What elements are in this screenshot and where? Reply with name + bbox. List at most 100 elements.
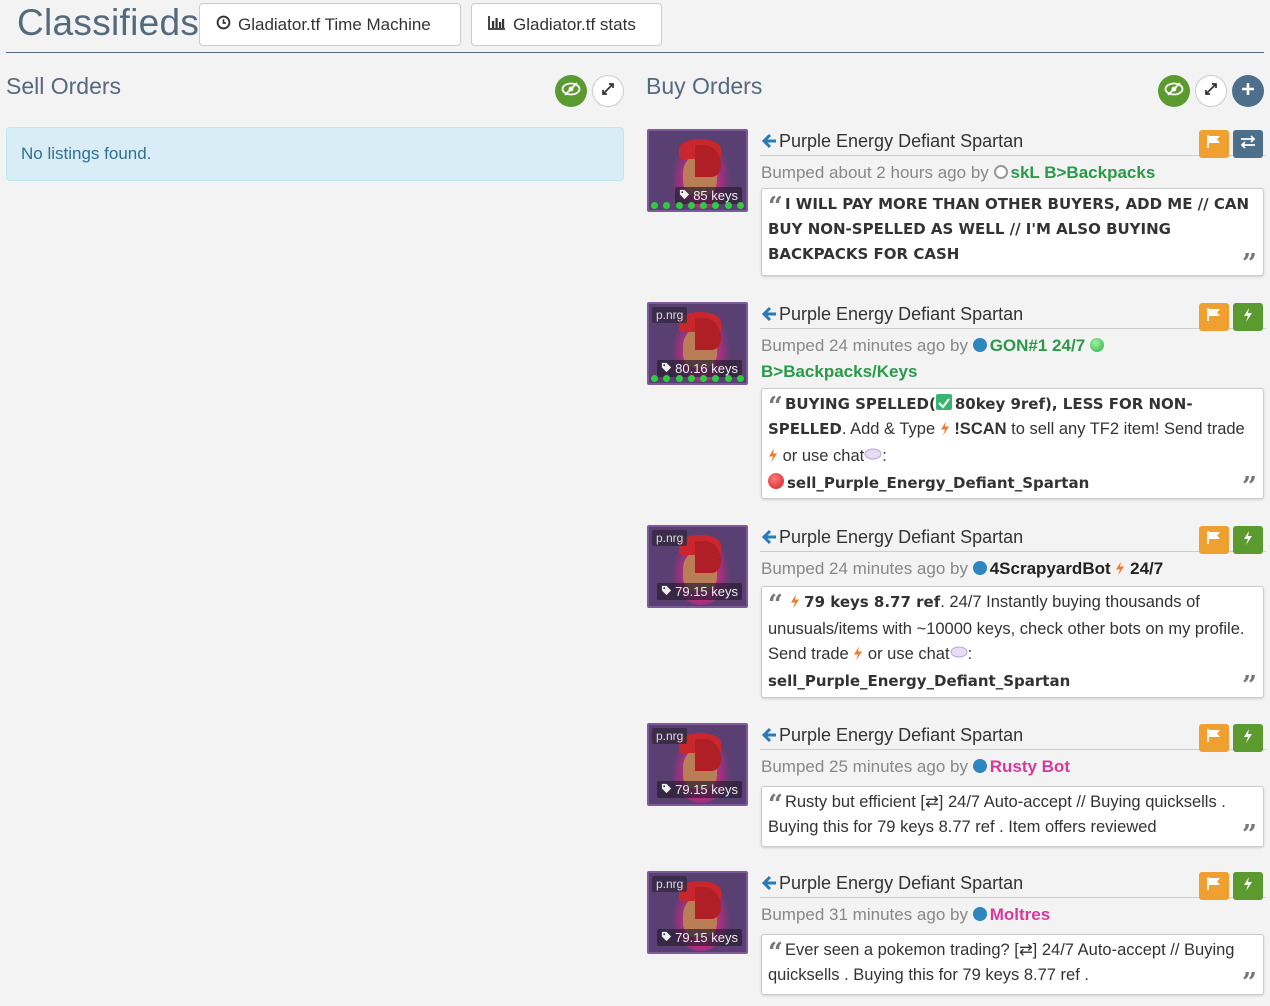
- speech-bubble-icon: [950, 645, 968, 663]
- bar-chart-icon: [488, 15, 506, 35]
- lightning-icon: [768, 446, 778, 471]
- effect-tag: p.nrg: [652, 876, 688, 892]
- listing-meta: Bumped about 2 hours ago by skL B>Backpa…: [761, 163, 1156, 182]
- speech-bubble-icon: [864, 447, 882, 465]
- lightning-icon: [853, 644, 863, 669]
- status-online-icon: [972, 907, 987, 921]
- flag-icon: [1207, 135, 1221, 153]
- trade-offer-button[interactable]: [1233, 130, 1263, 158]
- toggle-visibility-button-sell[interactable]: [555, 75, 587, 107]
- arrow-left-icon: [761, 875, 777, 896]
- item-name[interactable]: Purple Energy Defiant Spartan: [779, 304, 1023, 325]
- buy-orders-title: Buy Orders: [646, 73, 763, 99]
- item-thumbnail[interactable]: p.nrg 80.16 keys: [647, 302, 748, 385]
- tag-icon: [679, 188, 690, 203]
- no-listings-text: No listings found.: [21, 144, 152, 163]
- status-online-icon: [972, 561, 987, 575]
- user-link[interactable]: Moltres: [990, 905, 1050, 924]
- instant-trade-button[interactable]: [1233, 724, 1263, 752]
- plus-icon: [1241, 82, 1255, 101]
- clock-icon: [216, 15, 231, 35]
- user-link[interactable]: 4ScrapyardBot: [990, 559, 1111, 578]
- user-link[interactable]: skL B>Backpacks: [1011, 163, 1156, 182]
- lightning-icon: [1243, 307, 1253, 327]
- user-suffix: 24/7: [1130, 559, 1164, 578]
- listing-message: “Rusty but efficient [⇄] 24/7 Auto-accep…: [761, 786, 1264, 850]
- quote-open-icon: “: [768, 590, 783, 620]
- red-circle-icon: [768, 473, 784, 489]
- instant-trade-button[interactable]: [1233, 526, 1263, 554]
- quote-close-icon: ”: [1242, 671, 1257, 701]
- listing-title-row: Purple Energy Defiant Spartan: [760, 872, 1266, 900]
- listing-title-row: Purple Energy Defiant Spartan: [760, 724, 1266, 752]
- user-link-continued[interactable]: B>Backpacks/Keys: [761, 362, 917, 381]
- report-button[interactable]: [1199, 303, 1229, 331]
- report-button[interactable]: [1199, 872, 1229, 900]
- effect-tag: p.nrg: [652, 530, 688, 546]
- flag-icon: [1207, 729, 1221, 747]
- user-link[interactable]: GON#1 24/7: [990, 336, 1085, 355]
- status-offline-icon: [993, 165, 1008, 179]
- item-thumbnail[interactable]: p.nrg 79.15 keys: [647, 525, 748, 608]
- listing-meta: Bumped 31 minutes ago by Moltres: [761, 905, 1051, 924]
- listing-title-row: Purple Energy Defiant Spartan: [760, 526, 1266, 554]
- quote-open-icon: “: [768, 938, 783, 968]
- report-button[interactable]: [1199, 724, 1229, 752]
- lightning-icon: [1243, 876, 1253, 896]
- no-listings-alert: No listings found.: [6, 127, 624, 181]
- item-name[interactable]: Purple Energy Defiant Spartan: [779, 131, 1023, 152]
- lightning-icon: [790, 592, 800, 617]
- tag-icon: [661, 361, 672, 376]
- exchange-icon: [1240, 134, 1256, 154]
- globe-icon: [1089, 338, 1104, 352]
- time-machine-button[interactable]: Gladiator.tf Time Machine: [199, 3, 461, 46]
- item-name[interactable]: Purple Energy Defiant Spartan: [779, 725, 1023, 746]
- report-button[interactable]: [1199, 130, 1229, 158]
- add-listing-button[interactable]: [1232, 75, 1264, 107]
- quote-close-icon: ”: [1242, 249, 1257, 279]
- expand-icon: [601, 82, 615, 101]
- listing-message: “I WILL PAY MORE THAN OTHER BUYERS, ADD …: [761, 188, 1264, 279]
- flag-icon: [1207, 877, 1221, 895]
- instant-trade-button[interactable]: [1233, 303, 1263, 331]
- report-button[interactable]: [1199, 526, 1229, 554]
- quote-close-icon: ”: [1242, 820, 1257, 850]
- quote-close-icon: ”: [1242, 968, 1257, 998]
- item-thumbnail[interactable]: p.nrg 79.15 keys: [647, 723, 748, 806]
- tag-icon: [661, 930, 672, 945]
- status-online-icon: [972, 338, 987, 352]
- eye-slash-icon: [561, 81, 581, 101]
- check-icon: [935, 394, 952, 410]
- paint-dots: [651, 375, 744, 382]
- item-name[interactable]: Purple Energy Defiant Spartan: [779, 527, 1023, 548]
- price-tag: 79.15 keys: [657, 583, 742, 600]
- expand-button-buy[interactable]: [1195, 75, 1227, 107]
- item-name[interactable]: Purple Energy Defiant Spartan: [779, 873, 1023, 894]
- stats-button[interactable]: Gladiator.tf stats: [471, 3, 662, 46]
- listing-title-row: Purple Energy Defiant Spartan: [760, 130, 1266, 158]
- lightning-icon: [940, 419, 950, 444]
- lightning-icon: [1243, 728, 1253, 748]
- effect-tag: p.nrg: [652, 728, 688, 744]
- page-header: Classifieds Gladiator.tf Time Machine Gl…: [6, 0, 1264, 53]
- time-machine-label: Gladiator.tf Time Machine: [238, 14, 431, 34]
- listing-message: “ 79 keys 8.77 ref. 24/7 Instantly buyin…: [761, 586, 1264, 701]
- effect-tag: p.nrg: [652, 307, 688, 323]
- expand-button-sell[interactable]: [592, 75, 624, 107]
- user-link[interactable]: Rusty Bot: [990, 757, 1070, 776]
- page-title: Classifieds: [17, 2, 200, 43]
- arrow-left-icon: [761, 529, 777, 550]
- quote-close-icon: ”: [1242, 472, 1257, 502]
- status-online-icon: [972, 759, 987, 773]
- instant-trade-button[interactable]: [1233, 872, 1263, 900]
- sell-orders-title: Sell Orders: [6, 73, 122, 99]
- toggle-visibility-button-buy[interactable]: [1158, 75, 1190, 107]
- price-tag: 79.15 keys: [657, 781, 742, 798]
- item-thumbnail[interactable]: p.nrg 79.15 keys: [647, 871, 748, 954]
- eye-slash-icon: [1164, 81, 1184, 101]
- arrow-left-icon: [761, 727, 777, 748]
- listing-meta: Bumped 24 minutes ago by 4ScrapyardBot 2…: [761, 556, 1266, 584]
- stats-label: Gladiator.tf stats: [513, 14, 636, 34]
- listing-title-row: Purple Energy Defiant Spartan: [760, 303, 1266, 331]
- item-thumbnail[interactable]: 85 keys: [647, 129, 748, 212]
